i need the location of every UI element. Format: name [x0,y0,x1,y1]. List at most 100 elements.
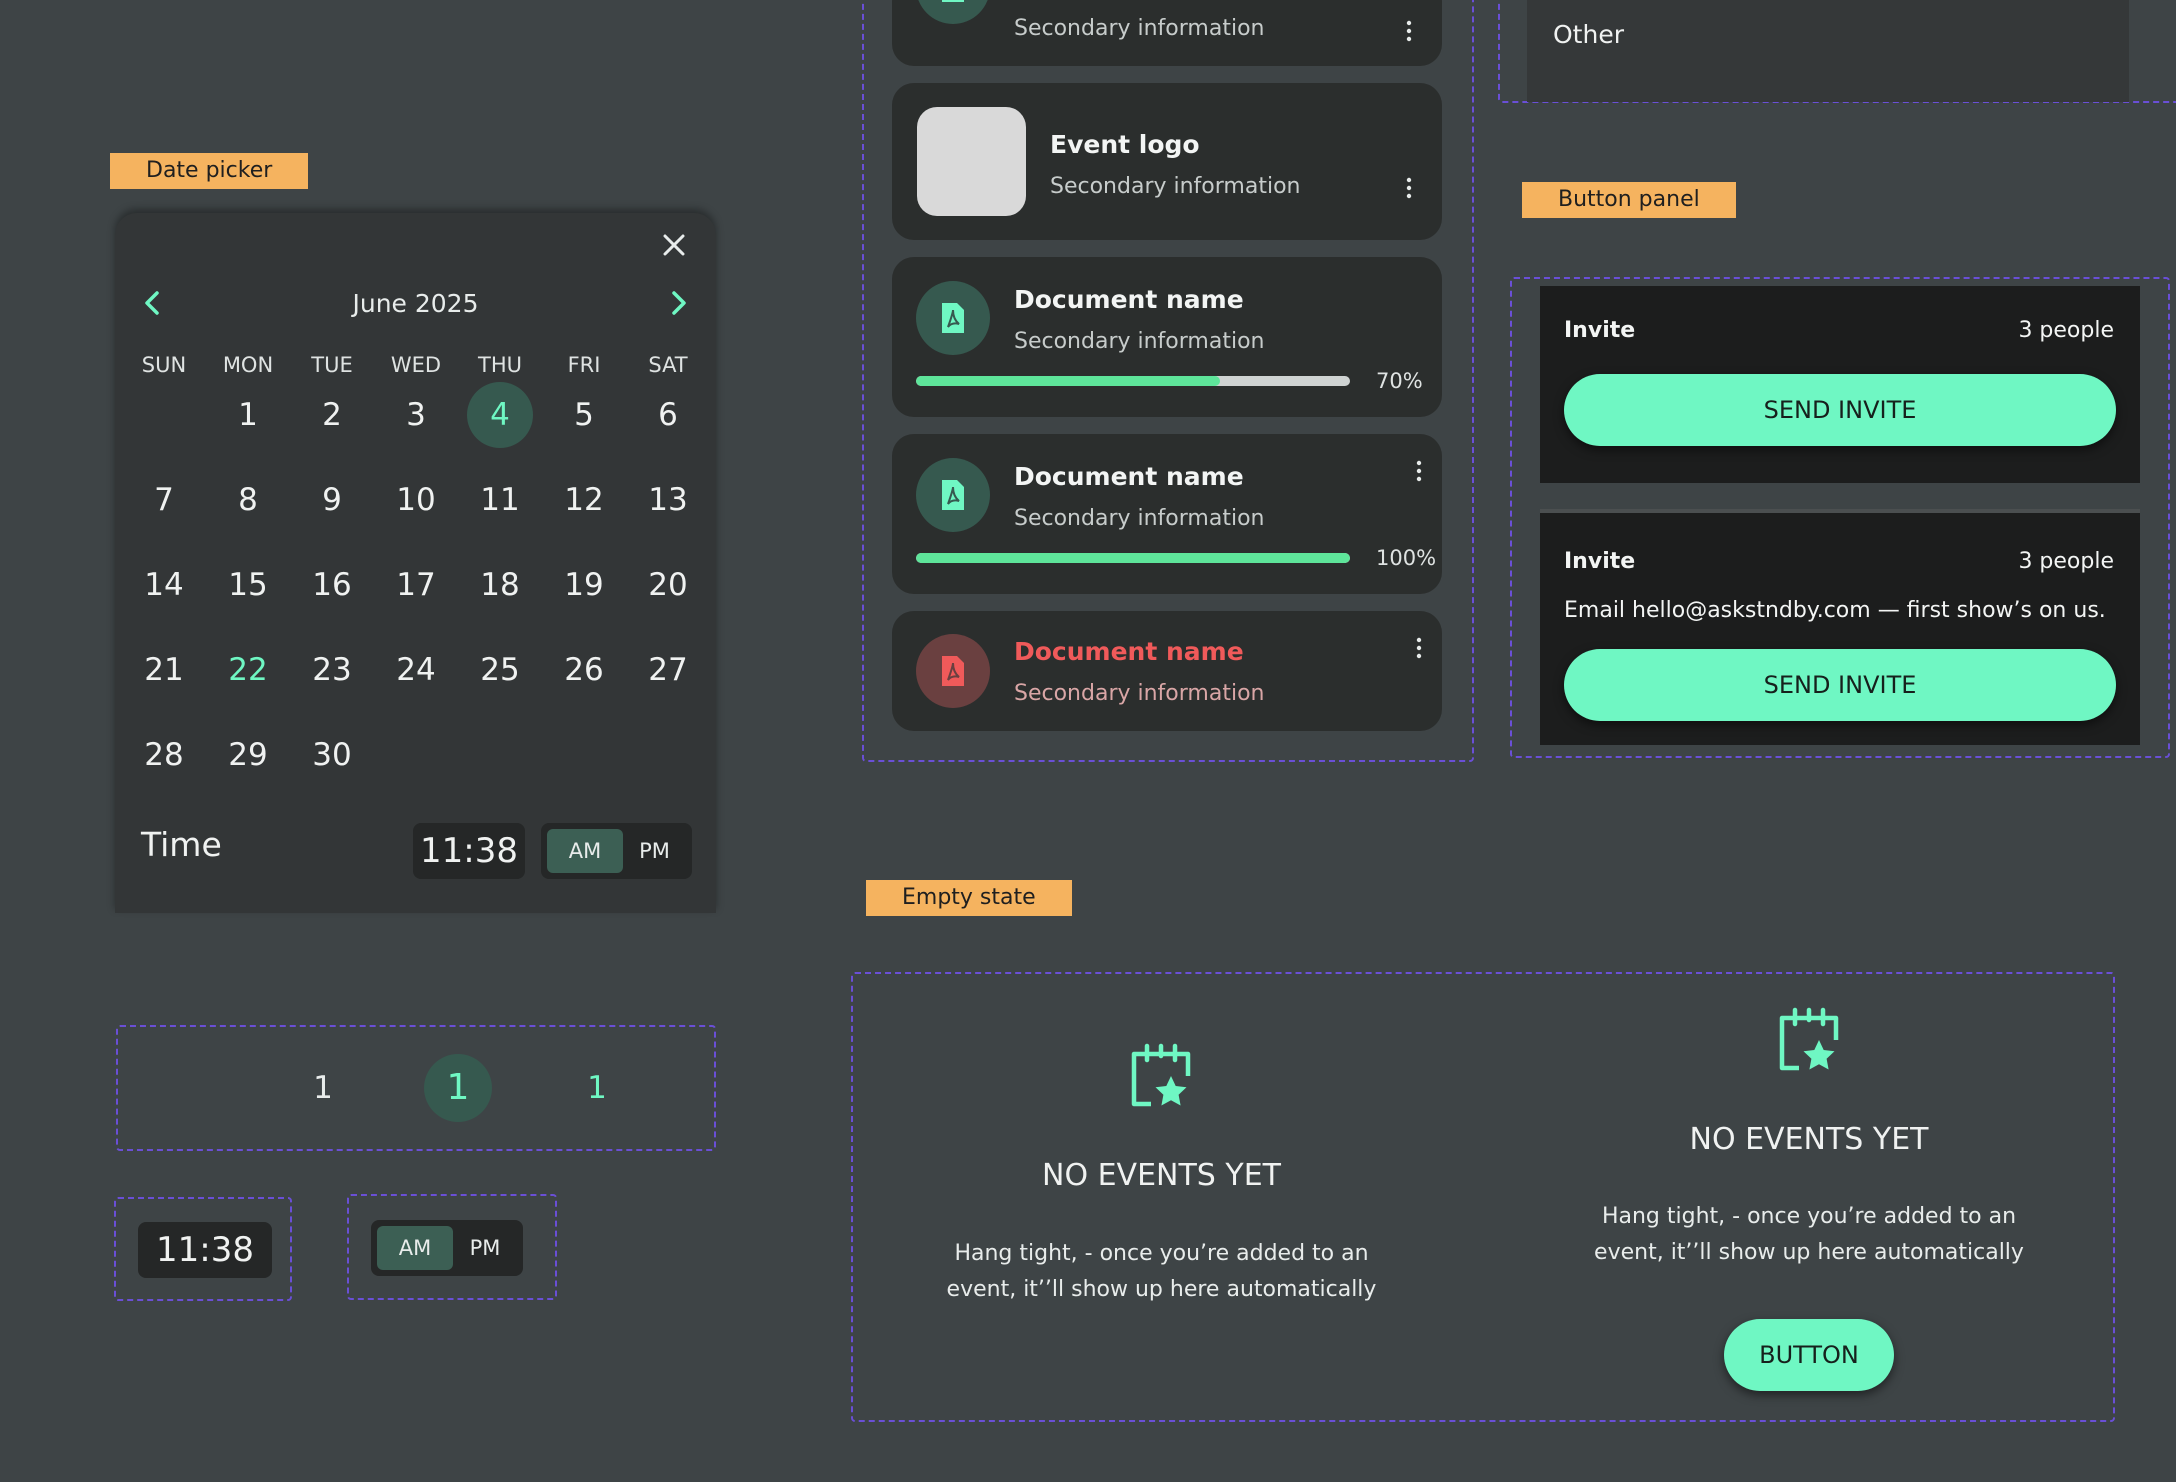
progress-fill [916,553,1350,563]
day-cell[interactable]: 30 [299,722,365,788]
invite-description: Email hello@askstndby.com — first show’s… [1564,598,2106,623]
pdf-icon [942,303,964,333]
weekday-label: SUN [141,353,187,377]
list-item[interactable]: Document name Secondary information 100% [892,434,1442,594]
am-option[interactable]: AM [377,1226,453,1270]
day-cell[interactable]: 1 [215,382,281,448]
day-cell[interactable]: 26 [551,637,617,703]
day-cell[interactable]: 21 [131,637,197,703]
panel-count: 3 people [2018,549,2114,574]
pm-option[interactable]: PM [453,1226,517,1270]
page-item[interactable]: 1 [298,1063,348,1113]
day-cell[interactable]: 24 [383,637,449,703]
list-item[interactable]: Document name Secondary information 70% [892,257,1442,417]
item-title: Event logo [1050,130,1200,159]
document-avatar [916,0,990,24]
weekday-label: WED [390,353,442,377]
progress-bar [916,376,1350,386]
weekday-label: TUE [311,353,353,377]
item-secondary: Secondary information [1014,681,1265,706]
day-cell[interactable]: 18 [467,552,533,618]
day-cell[interactable]: 15 [215,552,281,618]
list-item[interactable]: Event logo Secondary information [892,83,1442,240]
day-cell[interactable]: 3 [383,382,449,448]
send-invite-button[interactable]: SEND INVITE [1564,649,2116,721]
document-avatar [916,458,990,532]
empty-state-title: NO EVENTS YET [1689,1122,1929,1157]
day-cell[interactable]: 14 [131,552,197,618]
day-cell[interactable]: 16 [299,552,365,618]
empty-state-body: event, it’’ll show up here automatically [946,1277,1377,1302]
option-item[interactable]: Other [1527,0,2129,102]
weekday-label: MON [222,353,274,377]
weekday-label: SAT [648,353,688,377]
day-cell[interactable]: 13 [635,467,701,533]
document-avatar-error [916,634,990,708]
empty-state-body: Hang tight, - once you’re added to an [1601,1204,2017,1229]
document-avatar [916,281,990,355]
empty-state-button[interactable]: BUTTON [1724,1319,1894,1391]
page-item[interactable]: 1 [572,1063,622,1113]
time-field-container: 11:38 [114,1197,292,1301]
day-cell[interactable]: 6 [635,382,701,448]
item-secondary: Secondary information [1014,329,1265,354]
day-cell-selected[interactable]: 4 [467,382,533,448]
item-title: Document name [1014,637,1244,666]
weekday-label: THU [478,353,522,377]
time-input[interactable]: 11:38 [138,1222,272,1278]
empty-state-body: Hang tight, - once you’re added to an [954,1241,1369,1266]
item-secondary: Secondary information [1014,16,1265,41]
day-cell[interactable]: 23 [299,637,365,703]
page-item-current[interactable]: 1 [424,1054,492,1122]
weekday-label: FRI [567,353,601,377]
calendar-star-icon [1779,1007,1839,1071]
progress-percent: 100% [1376,546,1437,570]
day-cell[interactable]: 17 [383,552,449,618]
day-cell[interactable]: 27 [635,637,701,703]
empty-state-body: event, it’’ll show up here automatically [1594,1240,2024,1265]
time-label: Time [141,825,222,864]
day-cell[interactable]: 25 [467,637,533,703]
day-cell[interactable]: 10 [383,467,449,533]
day-cell[interactable]: 19 [551,552,617,618]
day-cell[interactable]: 22 [215,637,281,703]
more-options-icon[interactable] [1404,20,1414,42]
day-cell[interactable]: 12 [551,467,617,533]
day-cell[interactable]: 2 [299,382,365,448]
event-logo-image [917,107,1026,216]
am-pm-toggle: AM PM [541,823,692,879]
chevron-right-icon[interactable] [660,283,696,323]
progress-bar [916,553,1350,563]
pager-container: 1 1 1 [116,1025,716,1151]
panel-count: 3 people [2018,318,2114,343]
day-cell[interactable]: 9 [299,467,365,533]
am-option[interactable]: AM [547,829,623,873]
day-cell[interactable]: 8 [215,467,281,533]
day-cell[interactable]: 28 [131,722,197,788]
time-input[interactable]: 11:38 [413,823,525,879]
list-item-error[interactable]: Document name Secondary information [892,611,1442,731]
day-cell[interactable]: 5 [551,382,617,448]
item-secondary: Secondary information [1014,506,1265,531]
more-options-icon[interactable] [1414,460,1424,482]
close-icon[interactable] [656,227,692,263]
empty-state-container: NO EVENTS YET Hang tight, - once you’re … [851,972,2115,1422]
month-label: June 2025 [352,289,479,318]
more-options-icon[interactable] [1414,637,1424,659]
progress-fill [916,376,1220,386]
pdf-icon [942,656,964,686]
pm-option[interactable]: PM [623,829,686,873]
item-title: Document name [1014,462,1244,491]
item-secondary: Secondary information [1050,174,1301,199]
day-cell[interactable]: 29 [215,722,281,788]
send-invite-button[interactable]: SEND INVITE [1564,374,2116,446]
list-item[interactable]: Secondary information [892,0,1442,66]
more-options-icon[interactable] [1404,177,1414,199]
day-cell[interactable]: 11 [467,467,533,533]
day-cell[interactable]: 7 [131,467,197,533]
day-cell[interactable]: 20 [635,552,701,618]
invite-panel: Invite 3 people SEND INVITE [1540,286,2140,483]
am-pm-container: AM PM [347,1194,557,1300]
button-panel-label: Button panel [1522,182,1736,218]
date-picker-label: Date picker [110,153,309,189]
